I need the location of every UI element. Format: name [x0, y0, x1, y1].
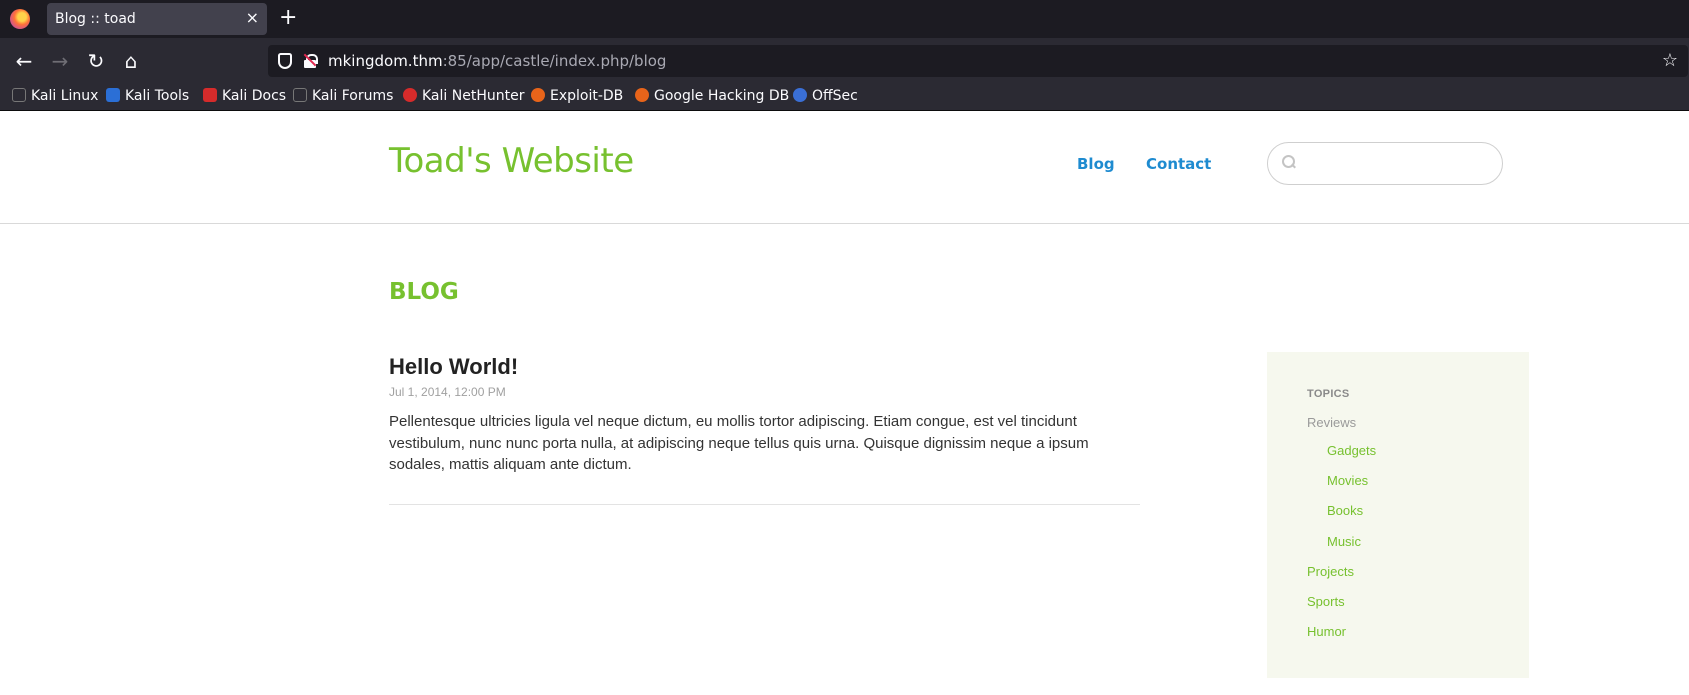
topic-reviews[interactable]: Reviews — [1307, 415, 1356, 430]
bookmark-label: Exploit-DB — [550, 88, 624, 104]
kali-forums-icon — [293, 88, 307, 102]
new-tab-icon[interactable]: + — [279, 5, 297, 31]
nethunter-icon — [403, 88, 417, 102]
search-icon — [1282, 155, 1295, 168]
topic-humor[interactable]: Humor — [1307, 624, 1346, 639]
tab-bar: Blog :: toad × + — [0, 0, 1689, 38]
bookmark-kali-nethunter[interactable]: Kali NetHunter — [403, 88, 524, 104]
bookmark-kali-linux[interactable]: Kali Linux — [12, 88, 98, 104]
topic-books[interactable]: Books — [1327, 503, 1363, 518]
tab-close-icon[interactable]: × — [246, 8, 259, 27]
navigation-bar: ← → ↻ ⌂ mkingdom.thm:85/app/castle/index… — [0, 38, 1689, 83]
tab-title: Blog :: toad — [55, 11, 136, 27]
url-text[interactable]: mkingdom.thm:85/app/castle/index.php/blo… — [328, 52, 666, 70]
url-host: mkingdom.thm — [328, 52, 443, 70]
web-page: Toad's Website Blog Contact BLOG Hello W… — [0, 111, 1689, 695]
bookmark-kali-forums[interactable]: Kali Forums — [293, 88, 393, 104]
home-icon[interactable]: ⌂ — [118, 48, 144, 74]
site-header: Toad's Website Blog Contact — [0, 111, 1689, 224]
bookmark-kali-docs[interactable]: Kali Docs — [203, 88, 286, 104]
site-title[interactable]: Toad's Website — [389, 141, 634, 181]
bookmark-exploit-db[interactable]: Exploit-DB — [531, 88, 623, 104]
topics-sidebar: TOPICS Reviews Gadgets Movies Books Musi… — [1267, 352, 1529, 678]
tracking-shield-icon[interactable] — [278, 53, 292, 69]
topic-sports[interactable]: Sports — [1307, 594, 1345, 609]
firefox-icon[interactable] — [10, 9, 30, 29]
topic-projects[interactable]: Projects — [1307, 564, 1354, 579]
bookmark-offsec[interactable]: OffSec — [793, 88, 858, 104]
kali-docs-icon — [203, 88, 217, 102]
post-divider — [389, 504, 1140, 505]
topic-gadgets[interactable]: Gadgets — [1327, 443, 1376, 458]
topic-music[interactable]: Music — [1327, 534, 1361, 549]
topic-movies[interactable]: Movies — [1327, 473, 1368, 488]
bookmark-label: Kali Tools — [125, 88, 190, 104]
kali-dragon-icon — [12, 88, 26, 102]
bookmarks-toolbar: Kali Linux Kali Tools Kali Docs Kali For… — [0, 83, 1689, 111]
url-path: :85/app/castle/index.php/blog — [442, 52, 667, 70]
bookmark-kali-tools[interactable]: Kali Tools — [106, 88, 189, 104]
exploit-db-icon — [531, 88, 545, 102]
post-date: Jul 1, 2014, 12:00 PM — [389, 385, 506, 399]
reload-icon[interactable]: ↻ — [83, 48, 109, 74]
topics-heading: TOPICS — [1307, 388, 1350, 400]
address-bar[interactable]: mkingdom.thm:85/app/castle/index.php/blo… — [268, 45, 1688, 77]
forward-icon[interactable]: → — [47, 48, 73, 74]
browser-tab[interactable]: Blog :: toad × — [47, 3, 267, 35]
back-icon[interactable]: ← — [11, 48, 37, 74]
bookmark-label: Kali NetHunter — [422, 88, 525, 104]
ghdb-icon — [635, 88, 649, 102]
post-body: Pellentesque ultricies ligula vel neque … — [389, 413, 1089, 473]
bookmark-label: Kali Linux — [31, 88, 99, 104]
bookmark-star-icon[interactable]: ☆ — [1662, 50, 1678, 71]
bookmark-ghdb[interactable]: Google Hacking DB — [635, 88, 789, 104]
offsec-icon — [793, 88, 807, 102]
kali-tools-icon — [106, 88, 120, 102]
search-input[interactable] — [1302, 151, 1492, 177]
bookmark-label: OffSec — [812, 88, 858, 104]
search-box[interactable] — [1267, 142, 1503, 185]
bookmark-label: Google Hacking DB — [654, 88, 790, 104]
nav-blog-link[interactable]: Blog — [1077, 155, 1115, 173]
nav-contact-link[interactable]: Contact — [1146, 155, 1211, 173]
post-title-link[interactable]: Hello World! — [389, 354, 518, 380]
bookmark-label: Kali Forums — [312, 88, 394, 104]
bookmark-label: Kali Docs — [222, 88, 287, 104]
page-heading: BLOG — [389, 279, 459, 305]
